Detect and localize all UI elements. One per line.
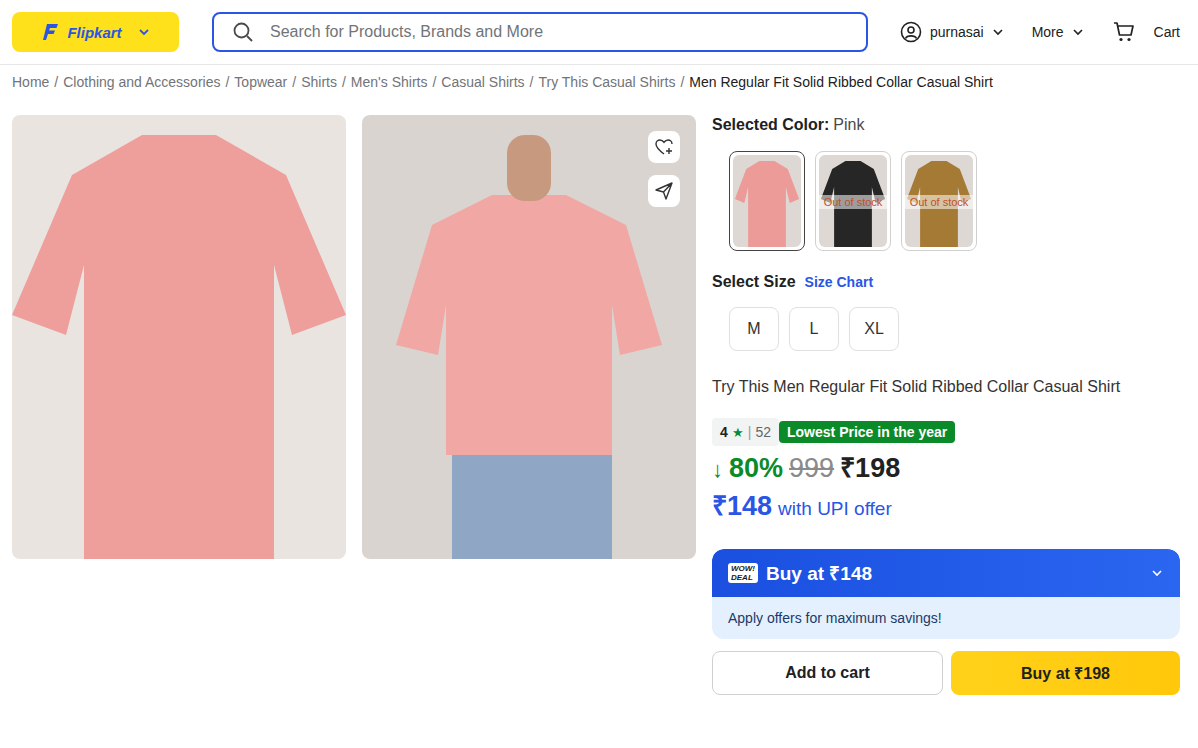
color-swatch[interactable] — [729, 151, 805, 251]
out-of-stock-label: Out of stock — [905, 195, 973, 209]
more-label: More — [1032, 24, 1064, 40]
header-nav: purnasai More Cart — [900, 20, 1180, 44]
account-name: purnasai — [930, 24, 984, 40]
action-buttons: Add to cartBuy at ₹198 — [712, 651, 1180, 695]
product-image[interactable] — [362, 115, 696, 559]
breadcrumb-separator: / — [54, 73, 58, 91]
send-icon — [654, 181, 674, 201]
current-price: ₹198 — [840, 452, 900, 484]
add-to-cart-button[interactable]: Add to cart — [712, 651, 943, 695]
breadcrumb-item[interactable]: Shirts — [301, 73, 337, 91]
size-option[interactable]: XL — [849, 307, 899, 351]
buy-now-button[interactable]: Buy at ₹198 — [951, 651, 1180, 695]
breadcrumb-item[interactable]: Men's Shirts — [351, 73, 428, 91]
rating-count: 52 — [755, 424, 771, 440]
product-page: Flipkart Search for Products, Brands and … — [0, 0, 1198, 748]
deal-header: WOW!DEAL Buy at ₹148 — [712, 549, 1180, 597]
swatch-image: Out of stock — [905, 155, 973, 247]
color-swatch[interactable]: Out of stock — [815, 151, 891, 251]
breadcrumb-separator: / — [680, 73, 684, 91]
down-arrow-icon: ↓ — [712, 454, 723, 486]
size-header: Select Size Size Chart — [712, 273, 1180, 291]
search-icon — [232, 21, 254, 43]
deal-label: Buy at ₹148 — [766, 560, 872, 586]
selected-color: Selected Color:Pink — [712, 115, 1180, 135]
breadcrumb-item[interactable]: Men Regular Fit Solid Ribbed Collar Casu… — [689, 73, 992, 91]
mrp-price: 999 — [789, 452, 834, 484]
chevron-down-icon — [992, 26, 1004, 38]
search-placeholder: Search for Products, Brands and More — [270, 23, 543, 41]
size-options: MLXL — [712, 307, 1180, 351]
chevron-down-icon — [1072, 26, 1084, 38]
rating-badge[interactable]: 4 ★ |52 — [712, 418, 779, 446]
rating-value: 4 — [720, 424, 728, 440]
search-box[interactable]: Search for Products, Brands and More — [212, 12, 868, 52]
price-row: ↓80%999₹198 — [712, 452, 1180, 486]
wow-deal-logo: WOW!DEAL — [728, 563, 758, 583]
deal-card[interactable]: WOW!DEAL Buy at ₹148 Apply offers for maxi… — [712, 549, 1180, 639]
swatch-image: Out of stock — [819, 155, 887, 247]
breadcrumb-separator: / — [342, 73, 346, 91]
out-of-stock-label: Out of stock — [819, 195, 887, 209]
product-image[interactable] — [12, 115, 346, 559]
chevron-down-icon — [138, 26, 150, 38]
cart-icon — [1112, 20, 1136, 44]
breadcrumb-item[interactable]: Try This Casual Shirts — [538, 73, 675, 91]
breadcrumb-item[interactable]: Home — [12, 73, 49, 91]
account-menu[interactable]: purnasai — [900, 21, 1004, 43]
discount-percent: 80% — [729, 452, 783, 484]
chevron-down-icon — [1150, 566, 1164, 580]
more-menu[interactable]: More — [1032, 24, 1084, 40]
breadcrumbs: Home / Clothing and Accessories / Topwear / Sh… — [0, 65, 1198, 91]
product-main: Selected Color:PinkOut of stockOut of st… — [0, 91, 1198, 695]
product-info: Selected Color:PinkOut of stockOut of st… — [712, 115, 1180, 695]
wishlist-button[interactable] — [648, 131, 680, 163]
select-size-label: Select Size — [712, 273, 796, 291]
gallery — [12, 115, 696, 695]
size-option[interactable]: L — [789, 307, 839, 351]
color-swatch[interactable]: Out of stock — [901, 151, 977, 251]
breadcrumb-item[interactable]: Topwear — [234, 73, 287, 91]
lowest-price-badge: Lowest Price in the year — [779, 421, 955, 443]
share-button[interactable] — [648, 175, 680, 207]
cart-label: Cart — [1154, 24, 1180, 40]
wow-deal-text: DEAL — [731, 573, 755, 582]
upi-offer: ₹148with UPI offer — [712, 490, 1180, 525]
star-icon: ★ — [732, 425, 744, 440]
breadcrumb-item[interactable]: Casual Shirts — [441, 73, 524, 91]
rating-divider: | — [748, 424, 752, 440]
logo-text: Flipkart — [67, 24, 121, 41]
color-swatches: Out of stock Out of stock — [712, 151, 1180, 251]
cart-link[interactable]: Cart — [1112, 20, 1180, 44]
breadcrumb-item[interactable]: Clothing and Accessories — [63, 73, 220, 91]
breadcrumb-separator: / — [432, 73, 436, 91]
shirt-photo-icon — [12, 115, 346, 559]
size-option[interactable]: M — [729, 307, 779, 351]
shirt-photo-icon — [362, 115, 696, 559]
product-title: Try This Men Regular Fit Solid Ribbed Co… — [712, 377, 1180, 397]
selected-color-value: Pink — [833, 116, 864, 133]
upi-label: with UPI offer — [778, 493, 892, 525]
selected-color-label: Selected Color: — [712, 116, 829, 133]
image-actions — [648, 131, 680, 207]
shirt-thumbnail-icon — [733, 155, 801, 247]
swatch-image — [733, 155, 801, 247]
deal-note: Apply offers for maximum savings! — [712, 597, 1180, 639]
breadcrumb-separator: / — [225, 73, 229, 91]
breadcrumb-separator: / — [292, 73, 296, 91]
heart-plus-icon — [654, 137, 674, 157]
size-chart-link[interactable]: Size Chart — [805, 274, 873, 290]
flipkart-logo-icon — [41, 22, 61, 42]
header: Flipkart Search for Products, Brands and … — [0, 0, 1198, 65]
breadcrumb-separator: / — [530, 73, 534, 91]
upi-price: ₹148 — [712, 490, 772, 522]
wow-deal-text: WOW! — [731, 564, 755, 573]
user-icon — [900, 21, 922, 43]
flipkart-logo-button[interactable]: Flipkart — [12, 12, 179, 52]
